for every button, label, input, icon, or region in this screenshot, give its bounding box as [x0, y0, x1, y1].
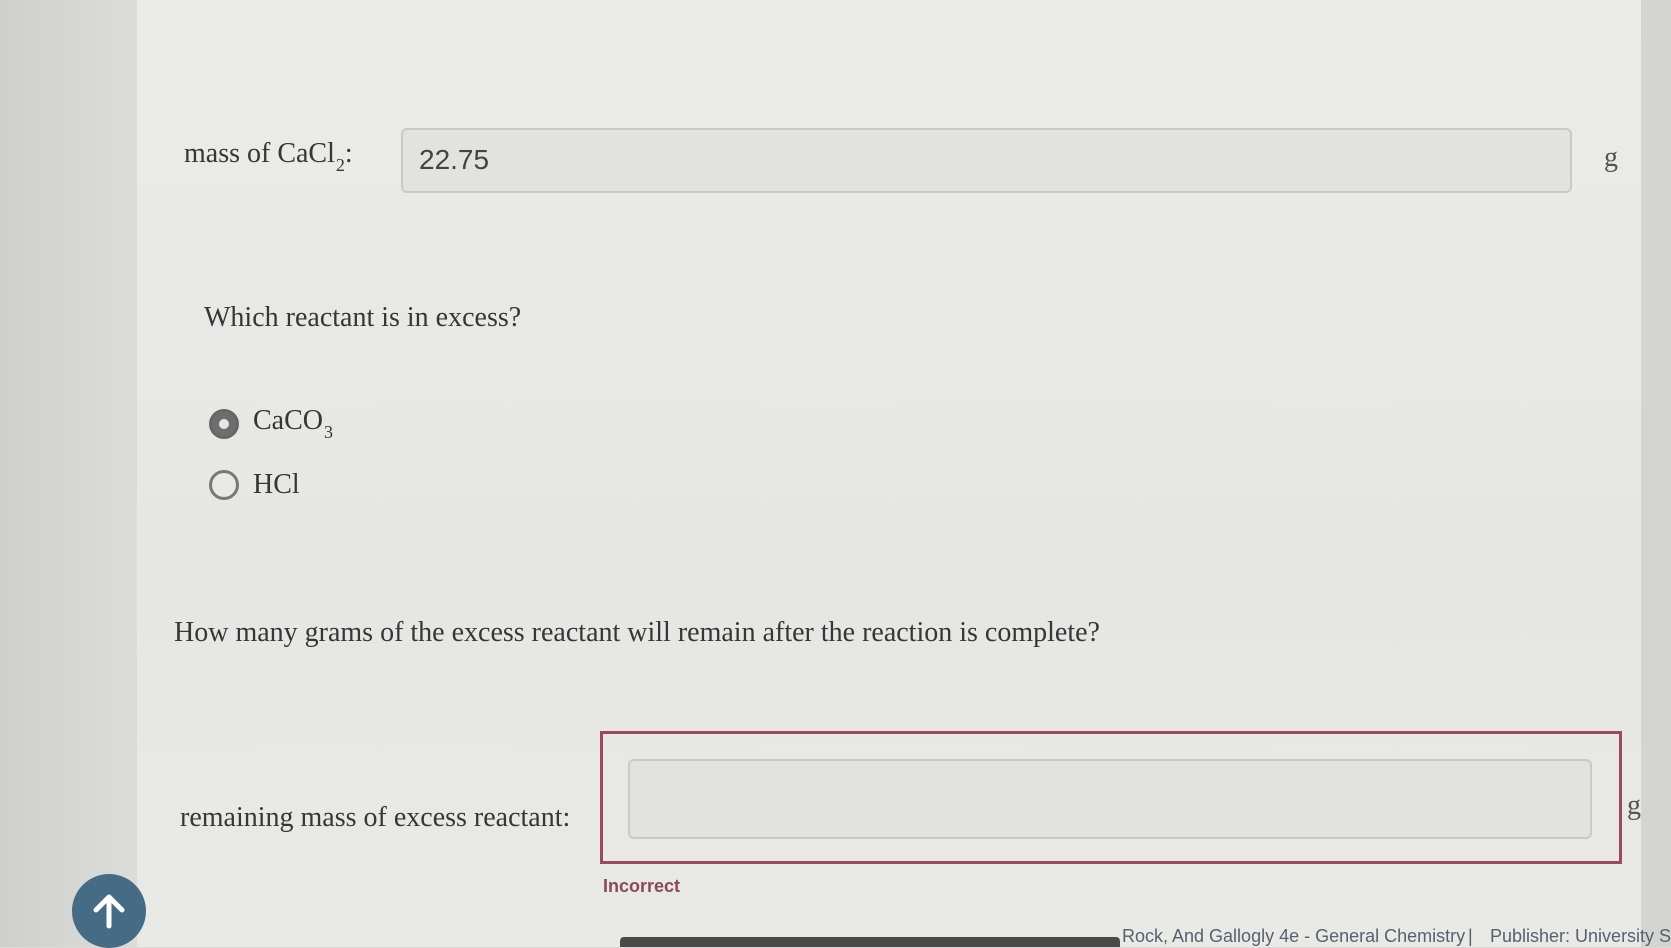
- option-caco3-text: CaCO: [253, 405, 323, 436]
- option-caco3[interactable]: CaCO3: [209, 404, 333, 444]
- mass-cacl2-label-text: mass of CaCl: [184, 138, 335, 169]
- radio-hcl[interactable]: [209, 470, 239, 500]
- footer-separator: |: [1468, 926, 1473, 946]
- arrow-up-icon: [93, 894, 125, 929]
- remaining-mass-unit: g: [1627, 790, 1641, 821]
- footer-book: Rock, And Gallogly 4e - General Chemistr…: [1122, 926, 1466, 946]
- scroll-top-button[interactable]: [72, 874, 146, 948]
- remaining-mass-prompt: How many grams of the excess reactant wi…: [174, 617, 1100, 648]
- mass-cacl2-label-colon: :: [344, 138, 353, 169]
- mass-cacl2-input[interactable]: 22.75: [401, 128, 1572, 193]
- remaining-mass-input[interactable]: [628, 759, 1592, 839]
- mass-cacl2-label-subscript: 2: [335, 155, 345, 175]
- remaining-mass-label: remaining mass of excess reactant:: [180, 802, 571, 833]
- left-gutter: [0, 0, 137, 947]
- right-gutter: [1641, 0, 1671, 947]
- option-hcl-label: HCl: [253, 469, 300, 500]
- incorrect-status: Incorrect: [603, 876, 681, 896]
- mass-cacl2-label: mass of CaCl2:: [184, 138, 353, 176]
- mass-cacl2-unit: g: [1604, 142, 1618, 173]
- radio-caco3[interactable]: [209, 409, 239, 439]
- option-caco3-label: CaCO3: [253, 405, 333, 443]
- footer-publisher: Publisher: University Sc: [1490, 926, 1671, 946]
- option-caco3-subscript: 3: [324, 422, 333, 442]
- mass-cacl2-value: 22.75: [419, 144, 490, 175]
- excess-reactant-prompt: Which reactant is in excess?: [204, 302, 522, 333]
- footer-bar: [620, 937, 1120, 947]
- option-hcl[interactable]: HCl: [209, 465, 300, 505]
